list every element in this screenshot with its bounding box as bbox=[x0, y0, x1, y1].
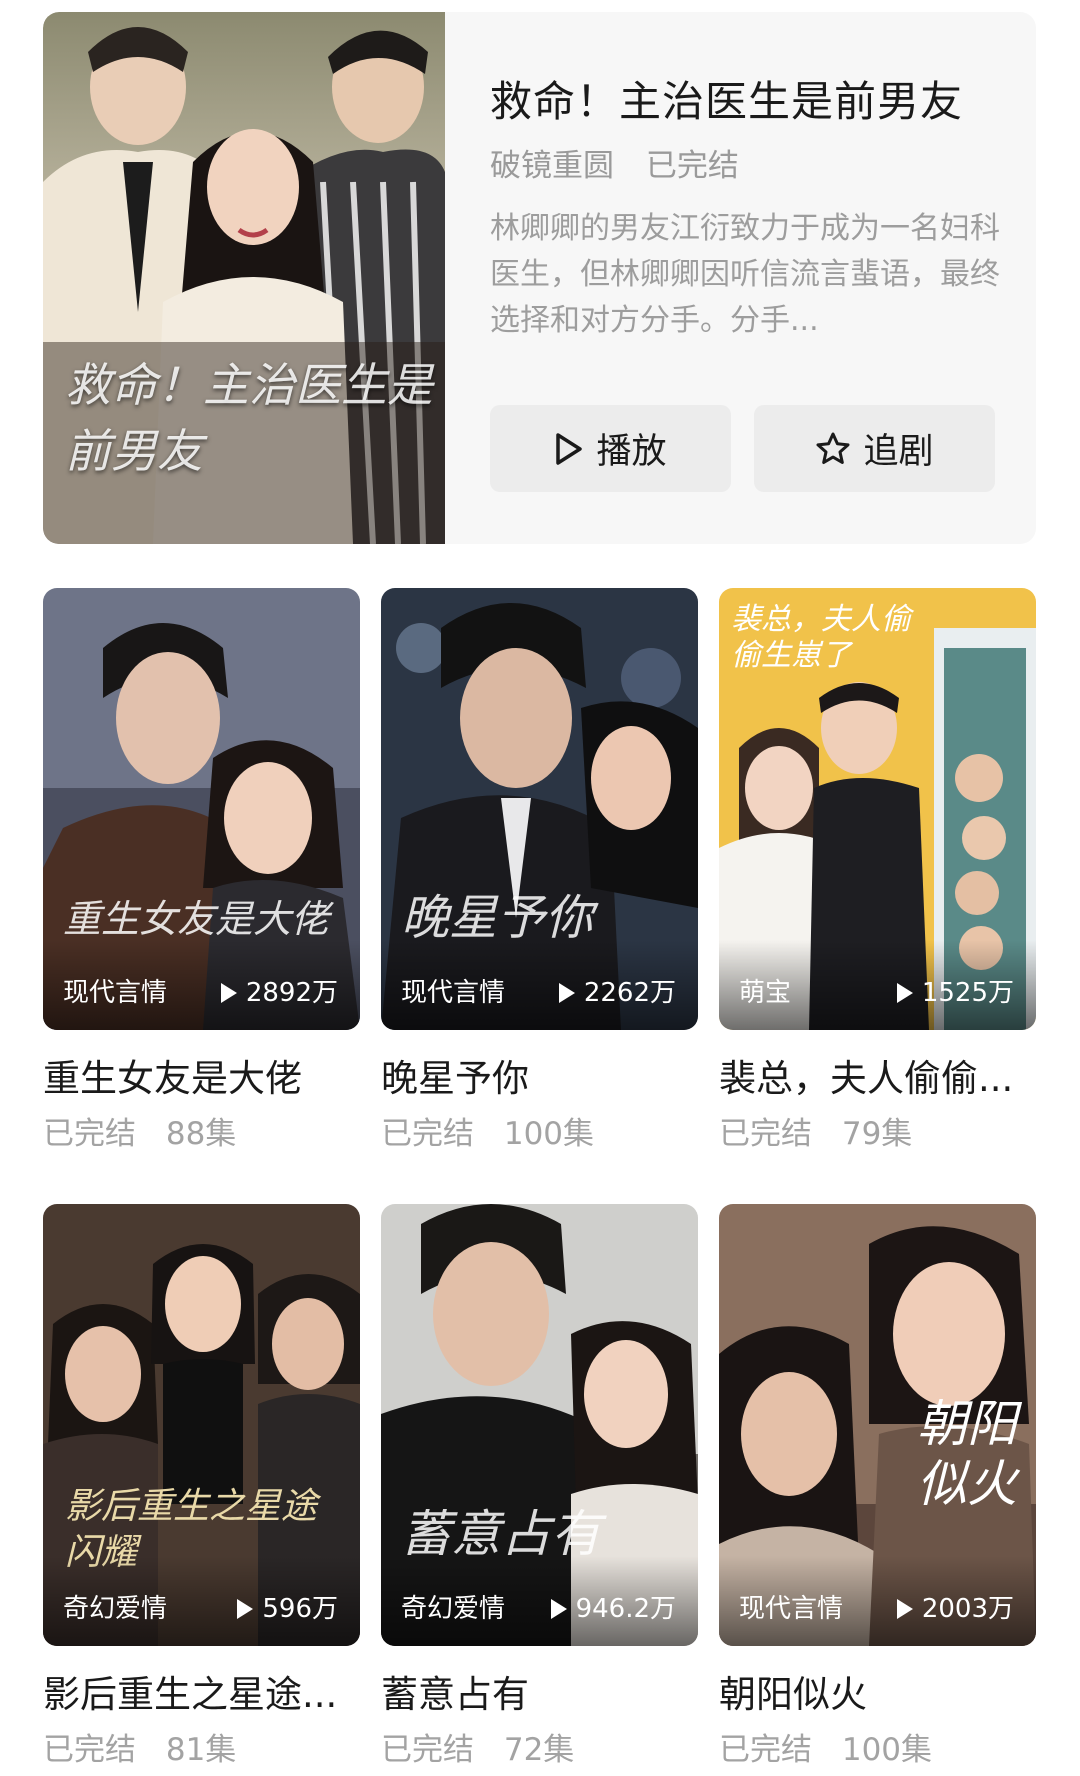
play-count-icon bbox=[550, 1599, 567, 1619]
drama-card[interactable]: 朝阳似火 现代言情 2003万 朝阳似火 已完结 100集 bbox=[719, 1204, 1036, 1776]
play-count-icon bbox=[237, 1599, 254, 1619]
view-count-value: 596万 bbox=[262, 1594, 338, 1624]
drama-episodes: 72集 bbox=[503, 1732, 575, 1768]
drama-meta: 已完结 81集 bbox=[43, 1730, 360, 1770]
drama-card[interactable]: 蓄意占有 奇幻爱情 946.2万 蓄意占有 已完结 72集 bbox=[381, 1204, 698, 1776]
drama-status: 已完结 bbox=[719, 1116, 812, 1152]
drama-poster[interactable]: 蓄意占有 奇幻爱情 946.2万 bbox=[381, 1204, 698, 1646]
drama-meta: 已完结 79集 bbox=[719, 1114, 1036, 1154]
featured-actions: 播放 追剧 bbox=[490, 405, 995, 492]
poster-caption: 裴总，夫人偷偷生崽了 bbox=[731, 602, 911, 673]
drama-card[interactable]: 裴总，夫人偷偷生崽了 萌宝 1525万 裴总，夫人偷偷... 已完结 79集 bbox=[719, 588, 1036, 1204]
view-count: 2892万 bbox=[220, 978, 338, 1008]
play-count-icon bbox=[896, 983, 913, 1003]
play-label: 播放 bbox=[596, 432, 667, 472]
drama-list-page: 救命！主治医生是前男友 救命！主治医生是前男友 破镜重圆 已完结 林卿卿的男友江… bbox=[0, 0, 1080, 1776]
drama-title[interactable]: 重生女友是大佬 bbox=[43, 1054, 360, 1104]
drama-meta: 已完结 72集 bbox=[381, 1730, 698, 1770]
drama-poster[interactable]: 重生女友是大佬 现代言情 2892万 bbox=[43, 588, 360, 1030]
genre-tag: 奇幻爱情 bbox=[401, 1594, 506, 1624]
drama-status: 已完结 bbox=[381, 1116, 474, 1152]
drama-meta: 已完结 100集 bbox=[381, 1114, 698, 1154]
genre-tag: 奇幻爱情 bbox=[63, 1594, 168, 1624]
drama-card[interactable]: 晚星予你 现代言情 2262万 晚星予你 已完结 100集 bbox=[381, 588, 698, 1204]
featured-title[interactable]: 救命！主治医生是前男友 bbox=[490, 74, 1000, 130]
drama-title[interactable]: 晚星予你 bbox=[381, 1054, 698, 1104]
follow-label: 追剧 bbox=[863, 432, 934, 472]
poster-caption: 朝阳似火 bbox=[917, 1395, 1017, 1513]
view-count: 596万 bbox=[236, 1594, 338, 1624]
featured-genre: 破镜重圆 bbox=[490, 148, 614, 184]
drama-meta: 已完结 88集 bbox=[43, 1114, 360, 1154]
drama-episodes: 100集 bbox=[503, 1116, 595, 1152]
drama-card[interactable]: 影后重生之星途闪耀 奇幻爱情 596万 影后重生之星途... 已完结 81集 bbox=[43, 1204, 360, 1776]
drama-episodes: 79集 bbox=[841, 1116, 913, 1152]
drama-episodes: 88集 bbox=[165, 1116, 237, 1152]
drama-status: 已完结 bbox=[43, 1116, 136, 1152]
featured-poster-caption: 救命！主治医生是前男友 bbox=[65, 358, 433, 478]
drama-poster[interactable]: 朝阳似火 现代言情 2003万 bbox=[719, 1204, 1036, 1646]
poster-caption: 重生女友是大佬 bbox=[63, 897, 330, 941]
drama-episodes: 81集 bbox=[165, 1732, 237, 1768]
drama-title[interactable]: 蓄意占有 bbox=[381, 1670, 698, 1720]
drama-title[interactable]: 朝阳似火 bbox=[719, 1670, 1036, 1720]
drama-title[interactable]: 裴总，夫人偷偷... bbox=[719, 1054, 1036, 1104]
poster-caption: 晚星予你 bbox=[401, 890, 594, 946]
drama-status: 已完结 bbox=[719, 1732, 812, 1768]
view-count-value: 2892万 bbox=[245, 978, 338, 1008]
featured-poster[interactable]: 救命！主治医生是前男友 bbox=[43, 12, 445, 544]
drama-poster[interactable]: 晚星予你 现代言情 2262万 bbox=[381, 588, 698, 1030]
drama-grid: 重生女友是大佬 现代言情 2892万 重生女友是大佬 已完结 88集 晚星予你 … bbox=[43, 588, 1036, 1776]
drama-episodes: 100集 bbox=[841, 1732, 933, 1768]
play-count-icon bbox=[896, 1599, 913, 1619]
view-count: 2003万 bbox=[896, 1594, 1014, 1624]
play-icon bbox=[556, 432, 583, 465]
view-count: 2262万 bbox=[558, 978, 676, 1008]
featured-status: 已完结 bbox=[645, 148, 739, 184]
featured-meta: 破镜重圆 已完结 bbox=[490, 146, 1000, 186]
drama-poster[interactable]: 影后重生之星途闪耀 奇幻爱情 596万 bbox=[43, 1204, 360, 1646]
view-count: 1525万 bbox=[896, 978, 1014, 1008]
view-count-value: 1525万 bbox=[921, 978, 1014, 1008]
genre-tag: 萌宝 bbox=[739, 978, 792, 1008]
drama-card[interactable]: 重生女友是大佬 现代言情 2892万 重生女友是大佬 已完结 88集 bbox=[43, 588, 360, 1204]
genre-tag: 现代言情 bbox=[739, 1594, 844, 1624]
drama-title[interactable]: 影后重生之星途... bbox=[43, 1670, 360, 1720]
featured-info: 救命！主治医生是前男友 破镜重圆 已完结 林卿卿的男友江衍致力于成为一名妇科医生… bbox=[490, 74, 1000, 344]
drama-status: 已完结 bbox=[381, 1732, 474, 1768]
play-button[interactable]: 播放 bbox=[490, 405, 731, 492]
view-count-value: 2003万 bbox=[921, 1594, 1014, 1624]
genre-tag: 现代言情 bbox=[401, 978, 506, 1008]
drama-status: 已完结 bbox=[43, 1732, 136, 1768]
drama-poster[interactable]: 裴总，夫人偷偷生崽了 萌宝 1525万 bbox=[719, 588, 1036, 1030]
view-count: 946.2万 bbox=[550, 1594, 676, 1624]
star-icon bbox=[816, 432, 850, 464]
featured-description: 林卿卿的男友江衍致力于成为一名妇科医生，但林卿卿因听信流言蜚语，最终选择和对方分… bbox=[490, 211, 1000, 338]
drama-meta: 已完结 100集 bbox=[719, 1730, 1036, 1770]
view-count-value: 2262万 bbox=[583, 978, 676, 1008]
featured-drama-card[interactable]: 救命！主治医生是前男友 救命！主治医生是前男友 破镜重圆 已完结 林卿卿的男友江… bbox=[43, 12, 1036, 544]
view-count-value: 946.2万 bbox=[575, 1594, 676, 1624]
genre-tag: 现代言情 bbox=[63, 978, 168, 1008]
play-count-icon bbox=[220, 983, 237, 1003]
follow-button[interactable]: 追剧 bbox=[754, 405, 995, 492]
play-count-icon bbox=[558, 983, 575, 1003]
